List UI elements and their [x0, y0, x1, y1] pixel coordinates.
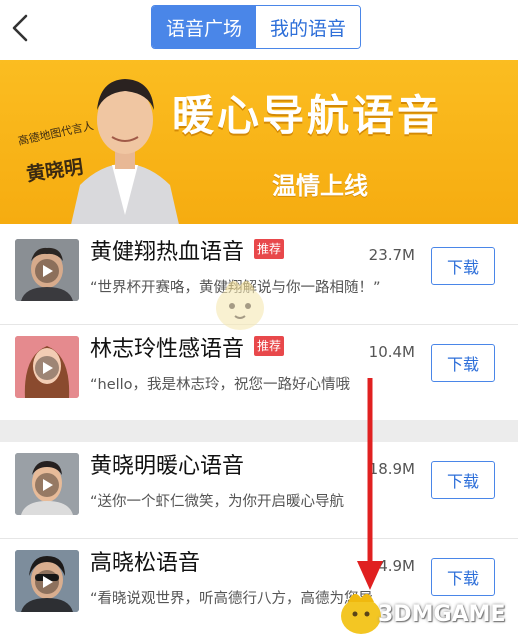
banner-title: 暖心导航语音 — [172, 91, 443, 140]
avatar[interactable] — [15, 336, 79, 398]
mascot-watermark-icon — [216, 280, 264, 330]
voice-description: “hello，我是林志玲，祝您一路好心情哦 — [90, 377, 351, 393]
section-gap — [0, 420, 518, 442]
tab-my-voices[interactable]: 我的语音 — [256, 6, 360, 48]
voice-avatar-image — [15, 239, 79, 301]
top-bar: 语音广场 我的语音 — [0, 0, 518, 58]
avatar[interactable] — [15, 453, 79, 515]
list-item[interactable]: 林志玲性感语音 推荐 “hello，我是林志玲，祝您一路好心情哦 10.4M 下… — [0, 325, 518, 422]
banner-tagline: 温情上线 — [272, 172, 368, 200]
voice-tab-switcher: 语音广场 我的语音 — [151, 5, 361, 49]
avatar[interactable] — [15, 239, 79, 301]
recommend-badge: 推荐 — [254, 336, 285, 356]
download-button[interactable]: 下载 — [431, 247, 495, 285]
recommend-badge: 推荐 — [254, 239, 285, 259]
red-arrow-icon — [357, 378, 383, 590]
voice-avatar-image — [15, 453, 79, 515]
download-button[interactable]: 下载 — [431, 558, 495, 596]
chevron-left-icon — [12, 14, 28, 42]
list-item[interactable]: 黄晓明暖心语音 “送你一个虾仁微笑，为你开启暖心导航 18.9M 下载 — [0, 442, 518, 539]
voice-description: “送你一个虾仁微笑，为你开启暖心导航 — [90, 494, 345, 510]
download-button[interactable]: 下载 — [431, 344, 495, 382]
voice-title: 高晓松语音 — [90, 551, 201, 576]
download-button[interactable]: 下载 — [431, 461, 495, 499]
file-size: 10.4M — [368, 343, 415, 361]
back-button[interactable] — [6, 12, 34, 44]
avatar[interactable] — [15, 550, 79, 612]
site-watermark: 3DMGAME — [378, 602, 506, 627]
file-size: 23.7M — [368, 246, 415, 264]
voice-title: 黄晓明暖心语音 — [90, 454, 245, 479]
voice-avatar-image — [15, 550, 79, 612]
tab-voice-square[interactable]: 语音广场 — [152, 6, 256, 48]
voice-title: 黄健翔热血语音 — [90, 240, 245, 265]
spokesperson-portrait — [71, 79, 179, 224]
promo-banner[interactable]: 高德地图代言人 黄晓明 暖心导航语音 温情上线 — [0, 60, 518, 224]
voice-avatar-image — [15, 336, 79, 398]
